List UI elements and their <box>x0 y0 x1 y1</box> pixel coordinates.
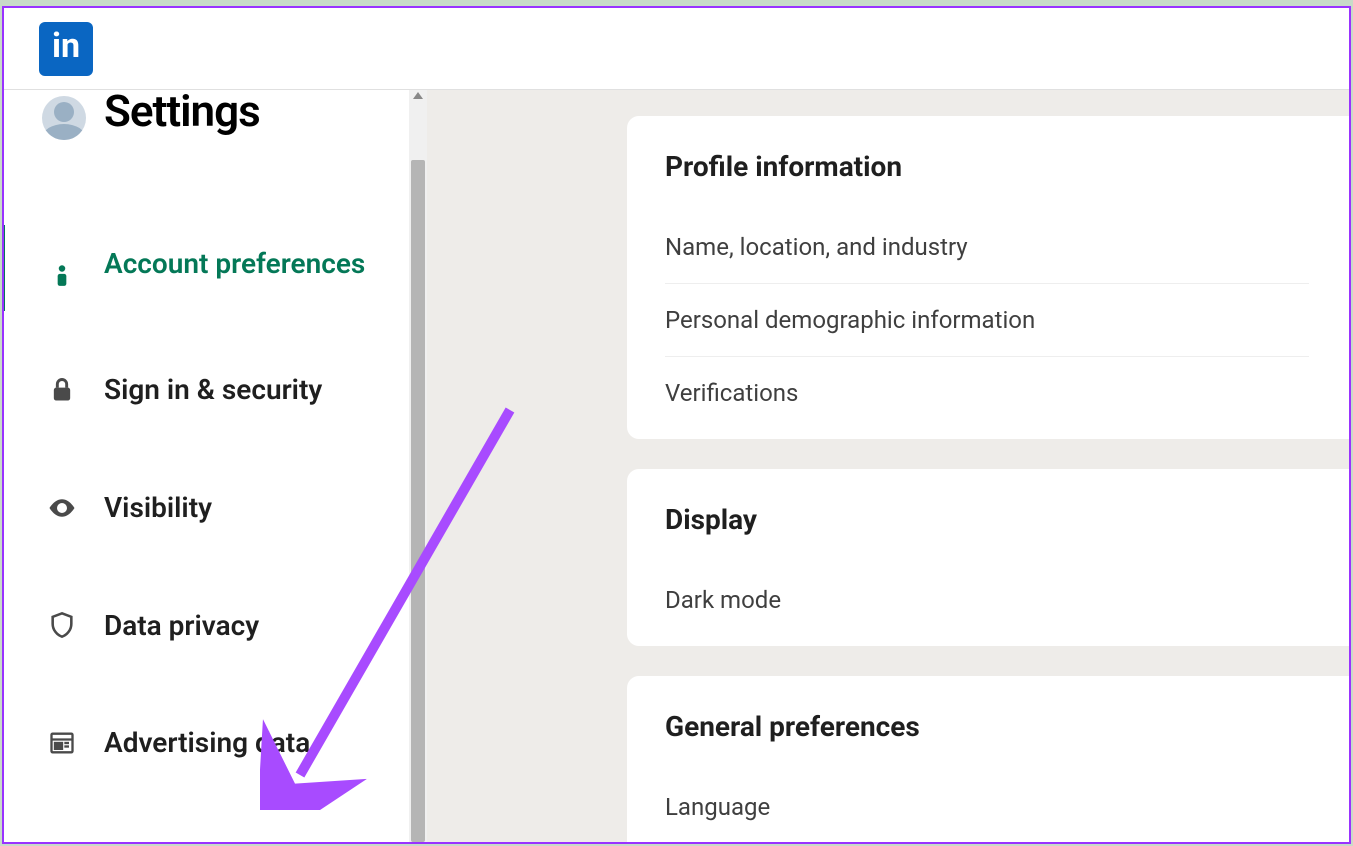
newspaper-icon <box>46 727 78 759</box>
sidebar-item-label: Advertising data <box>104 724 310 762</box>
sidebar: Settings Account preferences Sign in & s… <box>4 90 409 842</box>
sidebar-item-label: Visibility <box>104 489 212 527</box>
row-language[interactable]: Language <box>665 771 1309 842</box>
person-icon <box>46 259 78 291</box>
topbar: in <box>4 8 1349 90</box>
card-title: Profile information <box>665 150 1309 183</box>
scrollbar[interactable] <box>409 90 427 842</box>
card-general-preferences: General preferences Language Content lan… <box>627 676 1349 842</box>
row-personal-demographic[interactable]: Personal demographic information <box>665 283 1309 356</box>
sidebar-item-notifications[interactable]: Notifications <box>4 822 409 842</box>
row-verifications[interactable]: Verifications <box>665 356 1309 429</box>
shield-icon <box>46 609 78 641</box>
content-area: Settings Account preferences Sign in & s… <box>4 90 1349 842</box>
row-name-location-industry[interactable]: Name, location, and industry <box>665 211 1309 283</box>
card-display: Display Dark mode <box>627 469 1349 646</box>
eye-icon <box>46 492 78 524</box>
sidebar-item-label: Data privacy <box>104 607 259 645</box>
card-title: General preferences <box>665 710 1309 743</box>
card-profile-information: Profile information Name, location, and … <box>627 116 1349 439</box>
sidebar-item-advertising-data[interactable]: Advertising data <box>4 704 409 782</box>
main-panel: Profile information Name, location, and … <box>427 90 1349 842</box>
app-frame: in Settings Account preferences <box>2 6 1351 844</box>
sidebar-item-label: Account preferences <box>104 245 365 283</box>
settings-header: Settings <box>4 90 409 140</box>
row-dark-mode[interactable]: Dark mode <box>665 564 1309 636</box>
linkedin-logo[interactable]: in <box>39 22 93 76</box>
card-title: Display <box>665 503 1309 536</box>
sidebar-item-label: Sign in & security <box>104 371 322 409</box>
sidebar-item-account-preferences[interactable]: Account preferences <box>4 225 409 311</box>
page-title: Settings <box>104 90 260 137</box>
scroll-up-icon[interactable] <box>413 92 423 99</box>
sidebar-item-visibility[interactable]: Visibility <box>4 469 409 547</box>
avatar[interactable] <box>42 96 86 140</box>
scrollbar-thumb[interactable] <box>411 160 425 842</box>
sidebar-item-data-privacy[interactable]: Data privacy <box>4 587 409 665</box>
sidebar-item-sign-in-security[interactable]: Sign in & security <box>4 351 409 429</box>
lock-icon <box>46 374 78 406</box>
sidebar-nav: Account preferences Sign in & security V… <box>4 225 409 842</box>
